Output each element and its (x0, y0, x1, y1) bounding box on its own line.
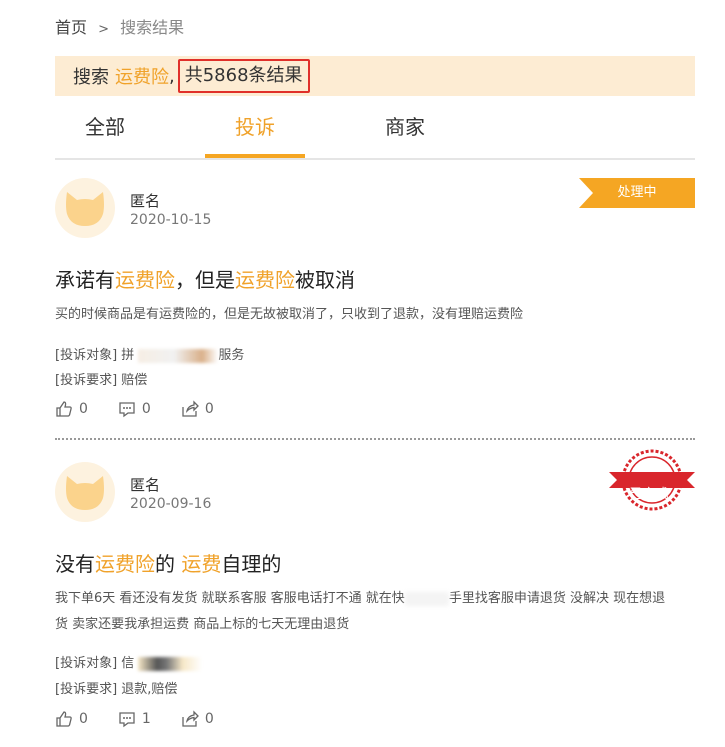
breadcrumb-separator: > (98, 22, 110, 37)
share-button[interactable]: 0 (181, 400, 214, 418)
title-text: 承诺有 (55, 268, 115, 292)
summary-keyword: 运费险 (115, 67, 169, 88)
like-count: 0 (79, 401, 88, 417)
complaint-title[interactable]: 没有运费险的 运费自理的 (55, 548, 281, 577)
comment-icon (119, 712, 135, 728)
comment-icon (119, 402, 135, 418)
complaint-request: [投诉要求] 赔偿 (55, 369, 147, 388)
summary-result-count: 共5868条结果 (177, 59, 310, 93)
summary-comma: , (169, 65, 175, 87)
action-bar: 0 0 0 (55, 400, 244, 418)
completed-stamp-icon (609, 449, 695, 511)
action-bar: 0 1 0 (55, 710, 244, 728)
like-button[interactable]: 0 (55, 710, 88, 728)
user-name: 匿名 (130, 192, 161, 210)
like-button[interactable]: 0 (55, 400, 88, 418)
redacted-text (138, 656, 203, 671)
avatar (55, 178, 115, 238)
body-text: 我下单6天 看还没有发货 就联系客服 客服电话打不通 就在快 (55, 591, 405, 606)
share-count: 0 (204, 711, 214, 727)
complaint-body: 买的时候商品是有运费险的，但是无故被取消了，只收到了退款，没有理赔运费险 (55, 307, 524, 322)
post-date: 2020-09-16 (130, 496, 212, 512)
title-text: 自理的 (221, 552, 282, 576)
share-icon (182, 710, 199, 727)
complaint-object: [投诉对象] 信 (55, 652, 203, 671)
object-value-start: 拼 (121, 348, 135, 363)
object-label: [投诉对象] (55, 348, 118, 363)
avatar (55, 462, 115, 522)
share-count: 0 (204, 401, 214, 417)
share-icon (182, 400, 199, 417)
tab-complaints[interactable]: 投诉 (205, 110, 305, 158)
breadcrumb-home[interactable]: 首页 (55, 18, 87, 37)
title-keyword: 运费险 (95, 552, 155, 576)
request-label: [投诉要求] (55, 373, 118, 388)
complaint-body: 我下单6天 看还没有发货 就联系客服 客服电话打不通 就在快 手里找客服申请退货 … (55, 586, 700, 638)
thumbs-up-icon (56, 711, 72, 727)
title-keyword: 运费 (181, 552, 222, 576)
breadcrumb: 首页 > 搜索结果 (55, 14, 184, 38)
body-text: 货 卖家还要我承担运费 商品上标的七天无理由退货 (55, 617, 350, 632)
object-label: [投诉对象] (55, 656, 118, 671)
title-keyword: 运费险 (115, 268, 175, 292)
search-summary-bar: 搜索 运费险 , 共5868条结果 (55, 56, 695, 96)
comment-count: 0 (141, 401, 151, 417)
tab-merchants[interactable]: 商家 (355, 110, 455, 156)
status-badge: 已完成 (629, 487, 669, 502)
cat-avatar-icon (66, 192, 104, 226)
complaint-request: [投诉要求] 退款,赔偿 (55, 678, 177, 697)
comment-button[interactable]: 0 (118, 400, 151, 418)
complaint-card[interactable]: 匿名 2020-10-15 处理中 承诺有运费险，但是运费险被取消 买的时候商品… (55, 178, 695, 428)
redacted-text (138, 348, 219, 363)
cat-avatar-icon (66, 476, 104, 510)
complaint-object: [投诉对象] 拼 服务 (55, 344, 244, 363)
title-keyword: 运费险 (235, 268, 295, 292)
request-value: 赔偿 (121, 373, 148, 388)
title-text: ，但是 (175, 268, 235, 292)
thumbs-up-icon (56, 401, 72, 417)
body-text: 手里找客服申请退货 没解决 现在想退 (448, 591, 666, 606)
post-date: 2020-10-15 (130, 212, 212, 228)
object-value-start: 信 (121, 656, 135, 671)
like-count: 0 (79, 711, 88, 727)
share-button[interactable]: 0 (181, 710, 214, 728)
divider (55, 438, 695, 440)
user-name: 匿名 (130, 476, 161, 494)
breadcrumb-current: 搜索结果 (120, 18, 185, 37)
result-tabs: 全部 投诉 商家 (55, 110, 695, 160)
comment-count: 1 (141, 711, 151, 727)
complaint-card[interactable]: 匿名 2020-09-16 已完成 没有运费险的 运费自理的 我下单6天 看还没… (55, 449, 695, 742)
summary-prefix: 搜索 (73, 67, 109, 88)
redacted-text (404, 591, 449, 606)
tab-all[interactable]: 全部 (55, 110, 155, 156)
status-badge: 处理中 (579, 178, 695, 208)
title-text: 没有 (55, 552, 95, 576)
comment-button[interactable]: 1 (118, 710, 151, 728)
title-text: 被取消 (295, 268, 355, 292)
object-value-end: 服务 (218, 348, 245, 363)
complaint-title[interactable]: 承诺有运费险，但是运费险被取消 (55, 264, 355, 293)
request-value: 退款,赔偿 (121, 682, 178, 697)
title-text: 的 (155, 552, 182, 576)
request-label: [投诉要求] (55, 682, 118, 697)
